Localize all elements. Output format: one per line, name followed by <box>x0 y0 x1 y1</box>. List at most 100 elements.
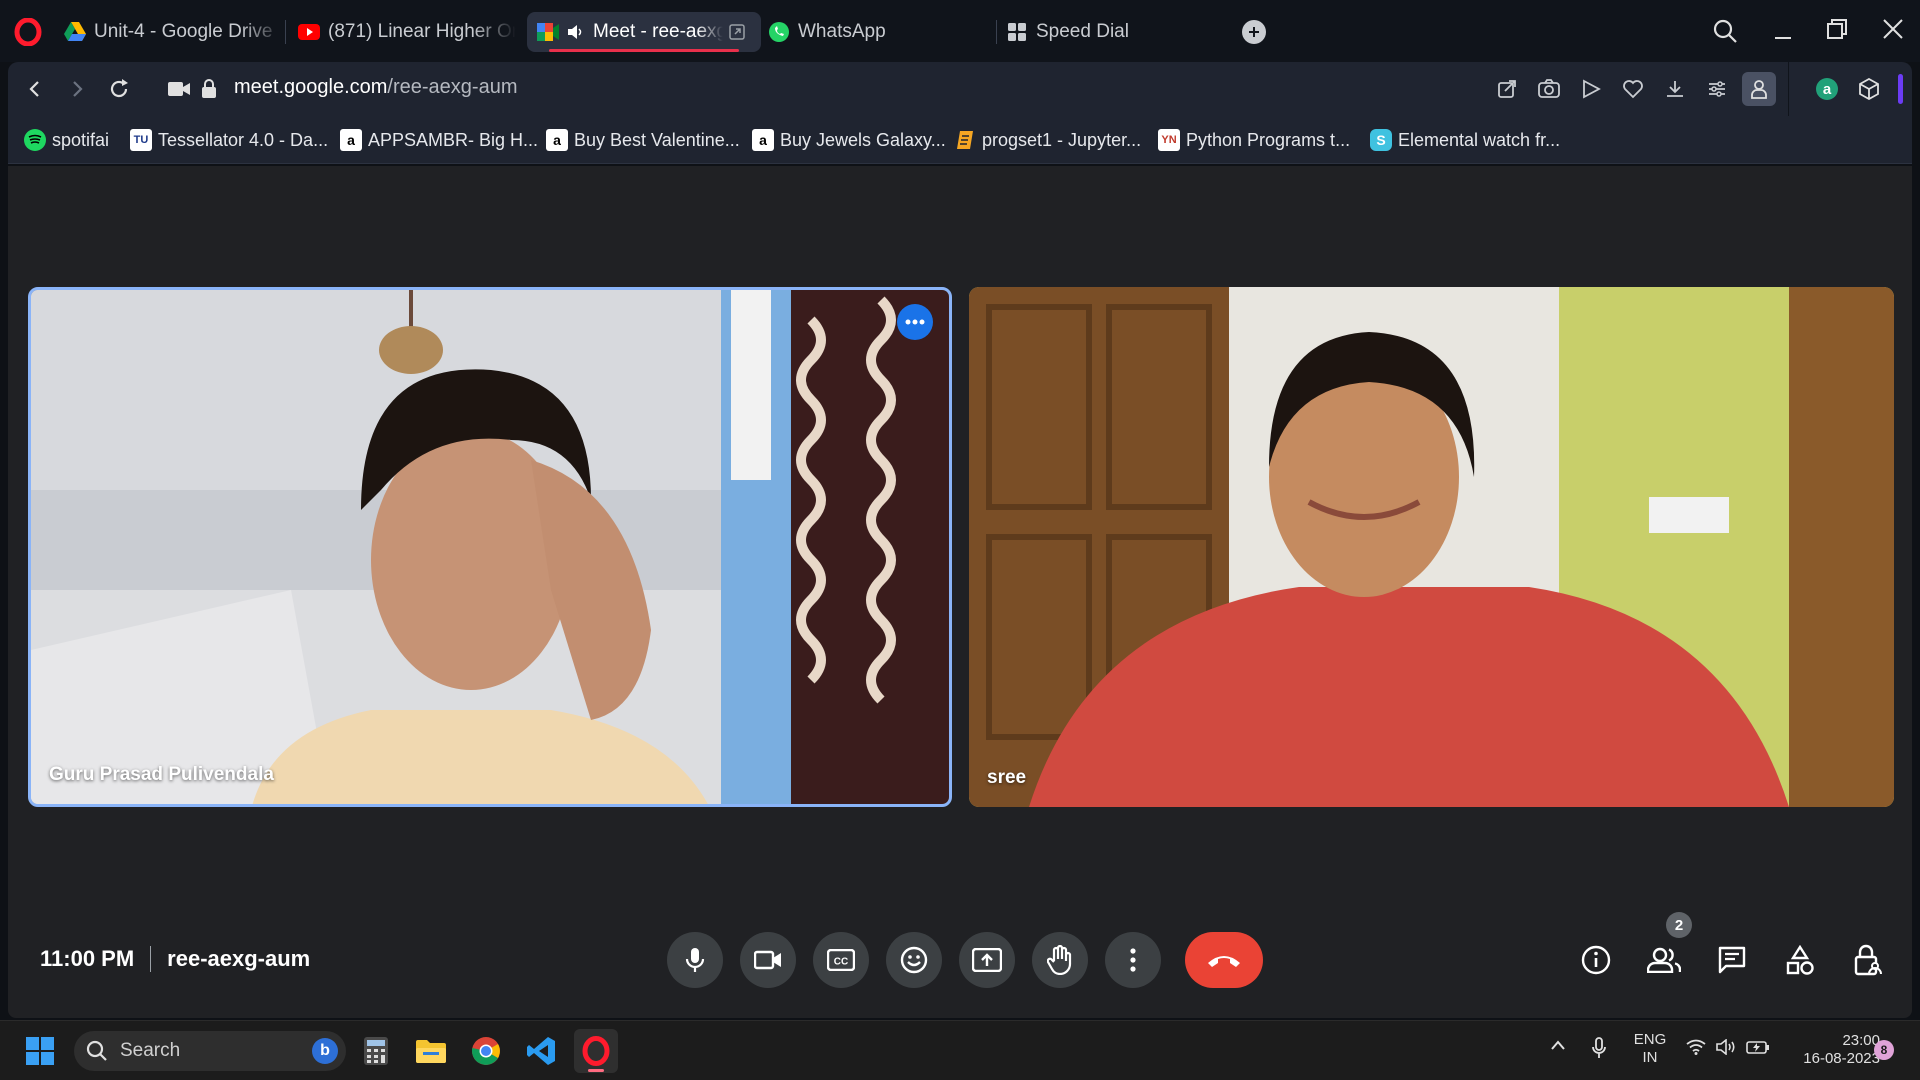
easy-setup-icon[interactable] <box>1702 74 1732 104</box>
bookmark-jupyter[interactable]: progset1 - Jupyter... <box>954 128 1141 152</box>
raise-hand-button[interactable] <box>1032 932 1088 988</box>
hand-icon <box>1047 945 1072 975</box>
bookmark-label: progset1 - Jupyter... <box>982 129 1142 150</box>
tab-youtube[interactable]: (871) Linear Higher Ord <box>298 12 516 52</box>
heart-icon[interactable] <box>1618 74 1648 104</box>
python-programs-icon: YN <box>1158 129 1180 151</box>
address-bar: meet.google.com/ree-aexg-aum a <box>8 62 1912 116</box>
meeting-details-button[interactable] <box>1566 930 1626 990</box>
share-icon[interactable] <box>1492 74 1522 104</box>
captions-button[interactable]: CC <box>813 932 869 988</box>
search-tabs-icon[interactable] <box>1712 18 1738 44</box>
chat-icon <box>1718 946 1746 974</box>
hang-up-icon <box>1208 956 1240 967</box>
leave-call-button[interactable] <box>1185 932 1263 988</box>
snapshot-icon[interactable] <box>1534 74 1564 104</box>
activities-button[interactable] <box>1770 930 1830 990</box>
present-button[interactable] <box>959 932 1015 988</box>
back-button[interactable] <box>20 74 50 104</box>
vscode-icon <box>527 1037 555 1065</box>
closed-captions-icon: CC <box>827 949 855 971</box>
bookmark-label: APPSAMBR- Big H... <box>368 129 539 150</box>
camera-in-use-icon[interactable] <box>164 74 194 104</box>
bookmark-appsambr[interactable]: a APPSAMBR- Big H... <box>340 128 538 152</box>
aria-icon[interactable]: a <box>1812 74 1842 104</box>
tab-label: Speed Dial <box>1036 21 1129 42</box>
bookmark-python-programs[interactable]: YN Python Programs t... <box>1158 128 1350 152</box>
start-button[interactable] <box>18 1029 62 1073</box>
forward-button[interactable] <box>62 74 92 104</box>
language-top: ENG <box>1633 1031 1667 1048</box>
whatsapp-icon <box>768 21 790 43</box>
more-options-icon[interactable] <box>897 304 933 340</box>
notification-badge[interactable]: 8 <box>1874 1040 1894 1060</box>
bookmarks-bar: spotifai TU Tessellator 4.0 - Da... a AP… <box>8 116 1912 164</box>
bing-icon[interactable]: b <box>312 1038 338 1064</box>
download-icon[interactable] <box>1660 74 1690 104</box>
bookmark-jewels[interactable]: a Buy Jewels Galaxy... <box>752 128 946 152</box>
show-hidden-icons[interactable] <box>1550 1039 1566 1051</box>
send-to-flow-icon[interactable] <box>1576 74 1606 104</box>
opera-icon <box>582 1036 610 1066</box>
video-camera-icon <box>754 950 781 970</box>
volume-icon[interactable] <box>1716 1039 1738 1055</box>
taskbar-search[interactable]: Search b <box>74 1031 346 1071</box>
opera-app[interactable] <box>574 1029 618 1073</box>
new-tab-button[interactable] <box>1242 20 1266 44</box>
bookmark-label: Python Programs t... <box>1186 129 1351 150</box>
meet-stage: Guru Prasad Pulivendala sree 11:00 PM re… <box>8 166 1912 1018</box>
shapes-icon <box>1786 945 1814 975</box>
more-options-button[interactable] <box>1105 932 1161 988</box>
url-path: /ree-aexg-aum <box>387 76 518 98</box>
tab-meet[interactable]: Meet - ree-aexg-a <box>527 12 761 52</box>
microphone-button[interactable] <box>667 932 723 988</box>
restore-button[interactable] <box>1824 16 1850 42</box>
bookmark-valentine[interactable]: a Buy Best Valentine... <box>546 128 740 152</box>
bookmark-label: Tessellator 4.0 - Da... <box>158 129 329 150</box>
bookmark-elemental[interactable]: S Elemental watch fr... <box>1370 128 1560 152</box>
extensions-icon[interactable] <box>1854 74 1884 104</box>
google-meet-icon <box>537 21 559 43</box>
people-icon <box>1647 947 1681 973</box>
tessellator-icon: TU <box>130 129 152 151</box>
battery-icon[interactable] <box>1746 1039 1770 1055</box>
bookmark-spotifai[interactable]: spotifai <box>24 128 109 152</box>
clock[interactable]: 23:00 16-08-2023 <box>1784 1032 1880 1068</box>
close-window-button[interactable] <box>1880 16 1906 42</box>
picture-in-picture-icon[interactable] <box>729 24 745 40</box>
minimize-button[interactable] <box>1770 18 1796 44</box>
calculator-app[interactable] <box>354 1029 398 1073</box>
camera-button[interactable] <box>740 932 796 988</box>
tab-separator <box>996 20 997 44</box>
profile-icon[interactable] <box>1742 72 1776 106</box>
reload-button[interactable] <box>104 74 134 104</box>
tab-speed-dial[interactable]: Speed Dial <box>1006 12 1206 52</box>
tab-whatsapp[interactable]: WhatsApp <box>768 12 988 52</box>
host-controls-button[interactable] <box>1838 930 1898 990</box>
meeting-info: 11:00 PM ree-aexg-aum <box>40 944 310 974</box>
language-indicator[interactable]: ENG IN <box>1632 1031 1668 1067</box>
calculator-icon <box>364 1037 388 1065</box>
wifi-icon[interactable] <box>1686 1039 1706 1055</box>
chat-button[interactable] <box>1702 930 1762 990</box>
search-label: Search <box>120 1040 181 1061</box>
url-field[interactable]: meet.google.com/ree-aexg-aum <box>234 76 517 99</box>
participant-tile-1[interactable]: Guru Prasad Pulivendala <box>28 287 952 807</box>
vscode-app[interactable] <box>519 1029 563 1073</box>
tab-google-drive[interactable]: Unit-4 - Google Drive <box>64 12 284 52</box>
speaker-icon[interactable] <box>567 24 583 40</box>
participant-tile-2[interactable]: sree <box>969 287 1894 807</box>
toolbar-divider <box>1788 62 1789 116</box>
chrome-app[interactable] <box>464 1029 508 1073</box>
tab-label: (871) Linear Higher Ord <box>328 21 516 42</box>
people-button[interactable] <box>1634 930 1694 990</box>
reactions-button[interactable] <box>886 932 942 988</box>
bookmark-label: spotifai <box>52 129 110 150</box>
file-explorer-app[interactable] <box>409 1029 453 1073</box>
participant-video-1 <box>31 290 949 804</box>
spotify-icon <box>24 129 46 151</box>
opera-menu-icon[interactable] <box>14 18 42 46</box>
lock-icon[interactable] <box>194 74 224 104</box>
bookmark-tessellator[interactable]: TU Tessellator 4.0 - Da... <box>130 128 328 152</box>
microphone-in-use-icon[interactable] <box>1592 1037 1606 1059</box>
